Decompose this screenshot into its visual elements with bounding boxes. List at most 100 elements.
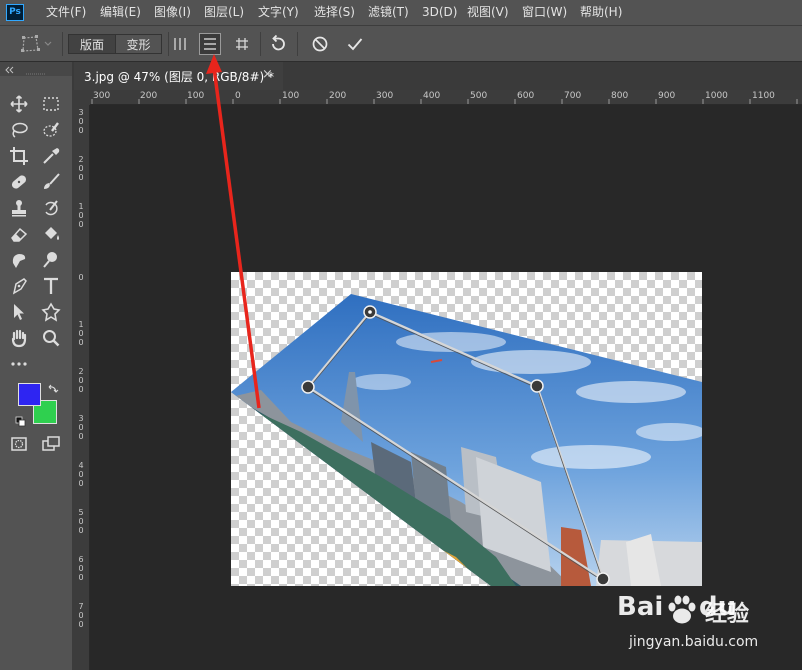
document-tab[interactable]: 3.jpg @ 47% (图层 0, RGB/8#) * × xyxy=(74,62,283,90)
menu-edit[interactable]: 编辑(E) xyxy=(100,4,141,21)
dodge-tool[interactable] xyxy=(40,249,62,271)
pen-tool[interactable] xyxy=(8,275,30,297)
hash-grid-icon xyxy=(236,38,248,50)
ruler-label: 600 xyxy=(517,91,535,101)
layout-mode-button[interactable]: 版面 xyxy=(68,34,116,54)
ruler-label: 100 xyxy=(78,320,84,347)
type-tool[interactable] xyxy=(40,275,62,297)
ruler-label: 100 xyxy=(282,91,300,101)
menu-select[interactable]: 选择(S) xyxy=(314,4,355,21)
checkmark-icon xyxy=(347,38,363,51)
ruler-label: 200 xyxy=(78,367,84,394)
ruler-label: 100 xyxy=(78,202,84,229)
eraser-icon xyxy=(11,227,28,242)
screen-mode-icon xyxy=(42,436,60,451)
eyedropper-tool[interactable] xyxy=(40,145,62,167)
swap-colors-icon[interactable] xyxy=(47,380,59,393)
crop-tool[interactable] xyxy=(8,145,30,167)
quick-selection-tool[interactable] xyxy=(40,119,62,141)
document-tab-title: 3.jpg @ 47% (图层 0, RGB/8#) * xyxy=(84,70,274,84)
vertical-ruler[interactable]: 300 200 100 0 100 200 300 400 500 600 70… xyxy=(72,105,90,670)
paint-bucket-tool[interactable] xyxy=(40,223,62,245)
arrow-pointer-icon xyxy=(14,304,24,320)
foreground-color-swatch[interactable] xyxy=(18,383,41,406)
type-t-icon xyxy=(44,277,58,294)
ruler-label: 1000 xyxy=(705,91,728,101)
cancel-warp-button[interactable] xyxy=(309,33,331,55)
watermark-jingyan-text: 经验 xyxy=(705,602,750,627)
hand-tool[interactable] xyxy=(8,327,30,349)
history-brush-icon xyxy=(45,200,58,216)
history-brush-tool[interactable] xyxy=(40,197,62,219)
close-icon[interactable]: × xyxy=(262,67,273,82)
eraser-tool[interactable] xyxy=(8,223,30,245)
horizontal-guides-button[interactable] xyxy=(199,33,221,55)
ruler-origin[interactable] xyxy=(72,90,90,105)
horizontal-lines-icon xyxy=(204,38,216,50)
shape-tool[interactable] xyxy=(40,301,62,323)
tools-panel-header xyxy=(0,62,72,76)
menu-3d[interactable]: 3D(D) xyxy=(422,4,457,21)
lasso-icon xyxy=(12,122,28,138)
tool-preset-picker[interactable] xyxy=(18,33,58,55)
ruler-label: 100 xyxy=(187,91,205,101)
menu-filter[interactable]: 滤镜(T) xyxy=(368,4,409,21)
move-tool[interactable] xyxy=(8,93,30,115)
ruler-label: 600 xyxy=(78,555,84,582)
commit-warp-button[interactable] xyxy=(344,33,366,55)
ruler-label: 500 xyxy=(78,508,84,535)
ruler-label: 400 xyxy=(423,91,441,101)
rectangle-marquee-icon xyxy=(43,97,59,111)
menu-layer[interactable]: 图层(L) xyxy=(204,4,244,21)
zoom-tool[interactable] xyxy=(40,327,62,349)
horizontal-ruler[interactable]: 300 200 100 0 100 200 300 400 500 600 70… xyxy=(90,90,802,105)
ruler-label: 300 xyxy=(376,91,394,101)
hand-icon xyxy=(11,329,27,348)
separator xyxy=(62,32,63,56)
bandage-icon xyxy=(11,175,27,189)
ruler-label: 500 xyxy=(470,91,488,101)
vertical-guides-button[interactable] xyxy=(169,33,191,55)
ruler-label: 700 xyxy=(564,91,582,101)
menu-image[interactable]: 图像(I) xyxy=(154,4,191,21)
paw-logo-icon xyxy=(668,595,696,624)
warp-mode-button[interactable]: 变形 xyxy=(115,34,162,54)
baidu-watermark: Bai du 经验 jingyan.baidu.com xyxy=(605,590,795,660)
menu-bar: Ps 文件(F) 编辑(E) 图像(I) 图层(L) 文字(Y) 选择(S) 滤… xyxy=(0,0,802,25)
cancel-circle-icon xyxy=(312,36,328,52)
quick-selection-brush-icon xyxy=(43,122,59,137)
ruler-label: 700 xyxy=(78,602,84,629)
perspective-warp-icon xyxy=(21,35,52,52)
ruler-label: 900 xyxy=(658,91,676,101)
magnifier-icon xyxy=(43,330,60,347)
menu-help[interactable]: 帮助(H) xyxy=(580,4,622,21)
more-dots-icon xyxy=(11,362,27,366)
remove-warp-button[interactable] xyxy=(267,33,289,55)
ruler-label: 200 xyxy=(78,155,84,182)
grid-guides-button[interactable] xyxy=(231,33,253,55)
blur-tool[interactable] xyxy=(8,249,30,271)
crop-icon xyxy=(10,147,28,165)
warped-city-photo[interactable] xyxy=(231,272,702,586)
watermark-url: jingyan.baidu.com xyxy=(629,634,759,650)
healing-brush-tool[interactable] xyxy=(8,171,30,193)
dodge-icon xyxy=(43,252,57,268)
default-colors-icon[interactable] xyxy=(15,413,27,427)
brush-icon xyxy=(44,173,60,189)
watermark-logo-text: Bai du xyxy=(617,592,737,622)
brush-tool[interactable] xyxy=(40,171,62,193)
path-selection-tool[interactable] xyxy=(8,301,30,323)
ruler-label: 200 xyxy=(329,91,347,101)
menu-file[interactable]: 文件(F) xyxy=(46,4,86,21)
clone-stamp-tool[interactable] xyxy=(8,197,30,219)
menu-window[interactable]: 窗口(W) xyxy=(522,4,567,21)
edit-toolbar-button[interactable] xyxy=(8,353,30,375)
menu-view[interactable]: 视图(V) xyxy=(467,4,509,21)
menu-type[interactable]: 文字(Y) xyxy=(258,4,299,21)
lasso-tool[interactable] xyxy=(8,119,30,141)
screen-mode-button[interactable] xyxy=(40,433,62,455)
quick-mask-button[interactable] xyxy=(8,433,30,455)
collapse-double-arrow-icon[interactable] xyxy=(0,63,72,77)
finger-smudge-icon xyxy=(12,254,26,268)
marquee-tool[interactable] xyxy=(40,93,62,115)
